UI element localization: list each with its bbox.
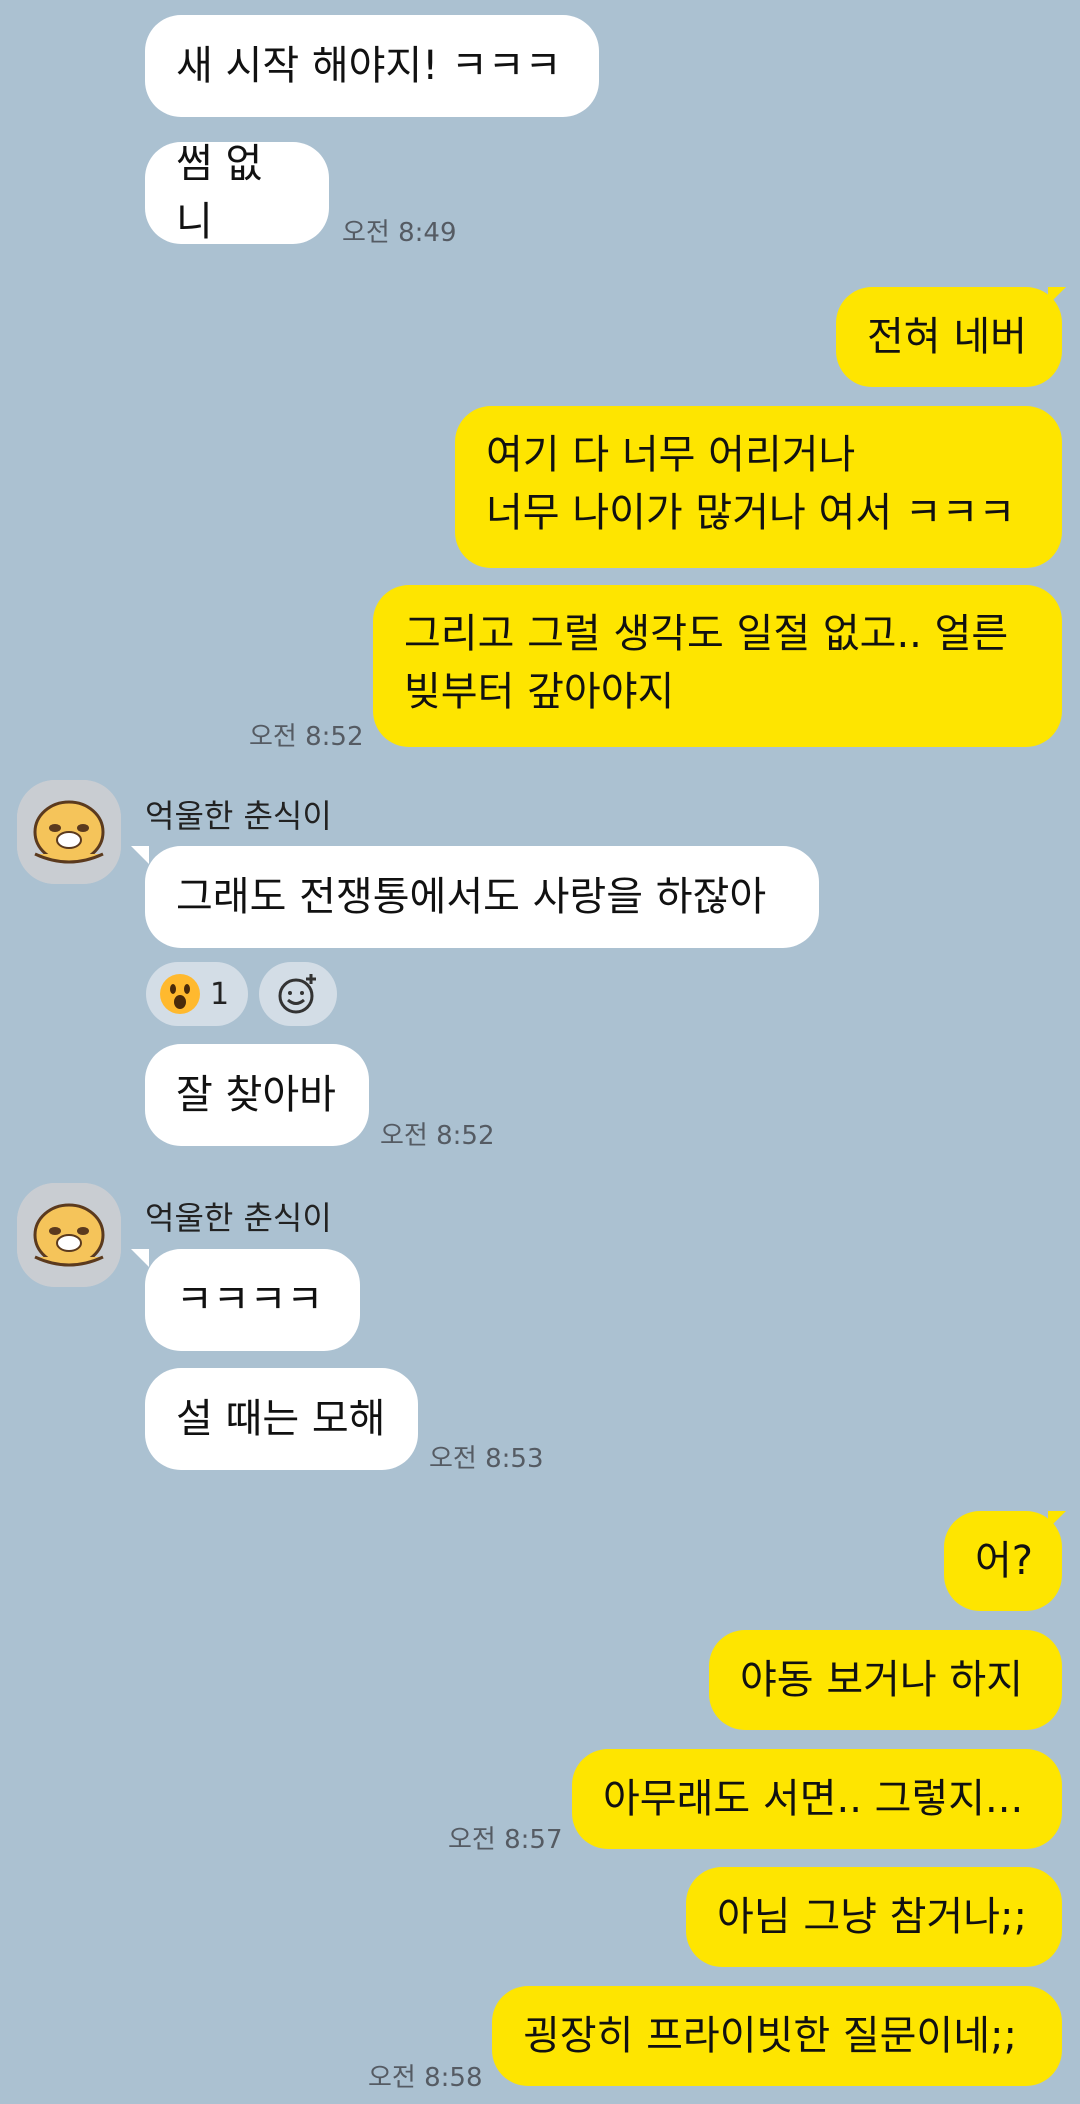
bubble-tail	[131, 1249, 149, 1267]
outgoing-message-bubble[interactable]: 어?	[944, 1511, 1062, 1611]
message-text: 어?	[975, 1538, 1034, 1584]
incoming-message-bubble[interactable]: 그래도 전쟁통에서도 사랑을 하잖아	[145, 846, 819, 948]
profile-avatar[interactable]	[17, 780, 121, 884]
incoming-message-bubble[interactable]: 썸 없니	[145, 141, 329, 245]
message-text: 썸 없니	[176, 141, 263, 245]
add-reaction-icon	[278, 974, 316, 1014]
message-text: 잘 찾아바	[176, 1072, 336, 1118]
message-text: 아님 그냥 참거나;;	[717, 1894, 1027, 1940]
reaction-chip[interactable]: 1	[146, 962, 248, 1026]
bubble-tail	[131, 846, 149, 864]
message-text: 굉장히 프라이빗한 질문이네;;	[523, 2013, 1017, 2059]
outgoing-message-bubble[interactable]: 굉장히 프라이빗한 질문이네;;	[492, 1986, 1062, 2086]
incoming-message-bubble[interactable]: 설 때는 모해	[145, 1368, 418, 1470]
outgoing-message-bubble[interactable]: 여기 다 너무 어리거나 너무 나이가 많거나 여서 ㅋㅋㅋ	[455, 406, 1062, 568]
outgoing-message-bubble[interactable]: 야동 보거나 하지	[709, 1630, 1062, 1730]
sender-name: 억울한 춘식이	[145, 797, 332, 835]
message-timestamp: 오전 8:57	[448, 1825, 563, 1855]
profile-avatar[interactable]	[17, 1183, 121, 1287]
message-text: 여기 다 너무 어리거나 너무 나이가 많거나 여서 ㅋㅋㅋ	[486, 432, 1016, 536]
message-timestamp: 오전 8:49	[342, 218, 457, 248]
chunsik-avatar-icon	[17, 1183, 121, 1287]
incoming-message-bubble[interactable]: 새 시작 해야지! ㅋㅋㅋ	[145, 15, 599, 117]
message-text: 야동 보거나 하지	[740, 1657, 1024, 1703]
reaction-count: 1	[210, 976, 230, 1012]
incoming-message-bubble[interactable]: 잘 찾아바	[145, 1044, 369, 1146]
outgoing-message-bubble[interactable]: 아님 그냥 참거나;;	[686, 1867, 1062, 1967]
surprised-face-emoji-icon	[160, 974, 200, 1014]
message-text: 설 때는 모해	[176, 1396, 386, 1442]
message-text: 그래도 전쟁통에서도 사랑을 하잖아	[176, 874, 767, 920]
add-reaction-button[interactable]	[259, 962, 337, 1026]
outgoing-message-bubble[interactable]: 전혀 네버	[836, 287, 1062, 387]
outgoing-message-bubble[interactable]: 그리고 그럴 생각도 일절 없고.. 얼른 빚부터 갚아야지	[373, 585, 1062, 747]
message-text: 전혀 네버	[867, 314, 1027, 360]
message-text: 아무래도 서면.. 그렇지...	[603, 1776, 1024, 1822]
message-timestamp: 오전 8:52	[380, 1121, 495, 1151]
chunsik-avatar-icon	[17, 780, 121, 884]
incoming-message-bubble[interactable]: ㅋㅋㅋㅋ	[145, 1249, 360, 1351]
message-text: ㅋㅋㅋㅋ	[176, 1277, 324, 1323]
sender-name: 억울한 춘식이	[145, 1199, 332, 1237]
outgoing-message-bubble[interactable]: 아무래도 서면.. 그렇지...	[572, 1749, 1062, 1849]
message-timestamp: 오전 8:52	[249, 722, 364, 752]
message-timestamp: 오전 8:53	[429, 1444, 544, 1474]
message-timestamp: 오전 8:58	[368, 2063, 483, 2093]
message-text: 새 시작 해야지! ㅋㅋㅋ	[176, 43, 562, 89]
message-text: 그리고 그럴 생각도 일절 없고.. 얼른 빚부터 갚아야지	[404, 611, 1009, 715]
